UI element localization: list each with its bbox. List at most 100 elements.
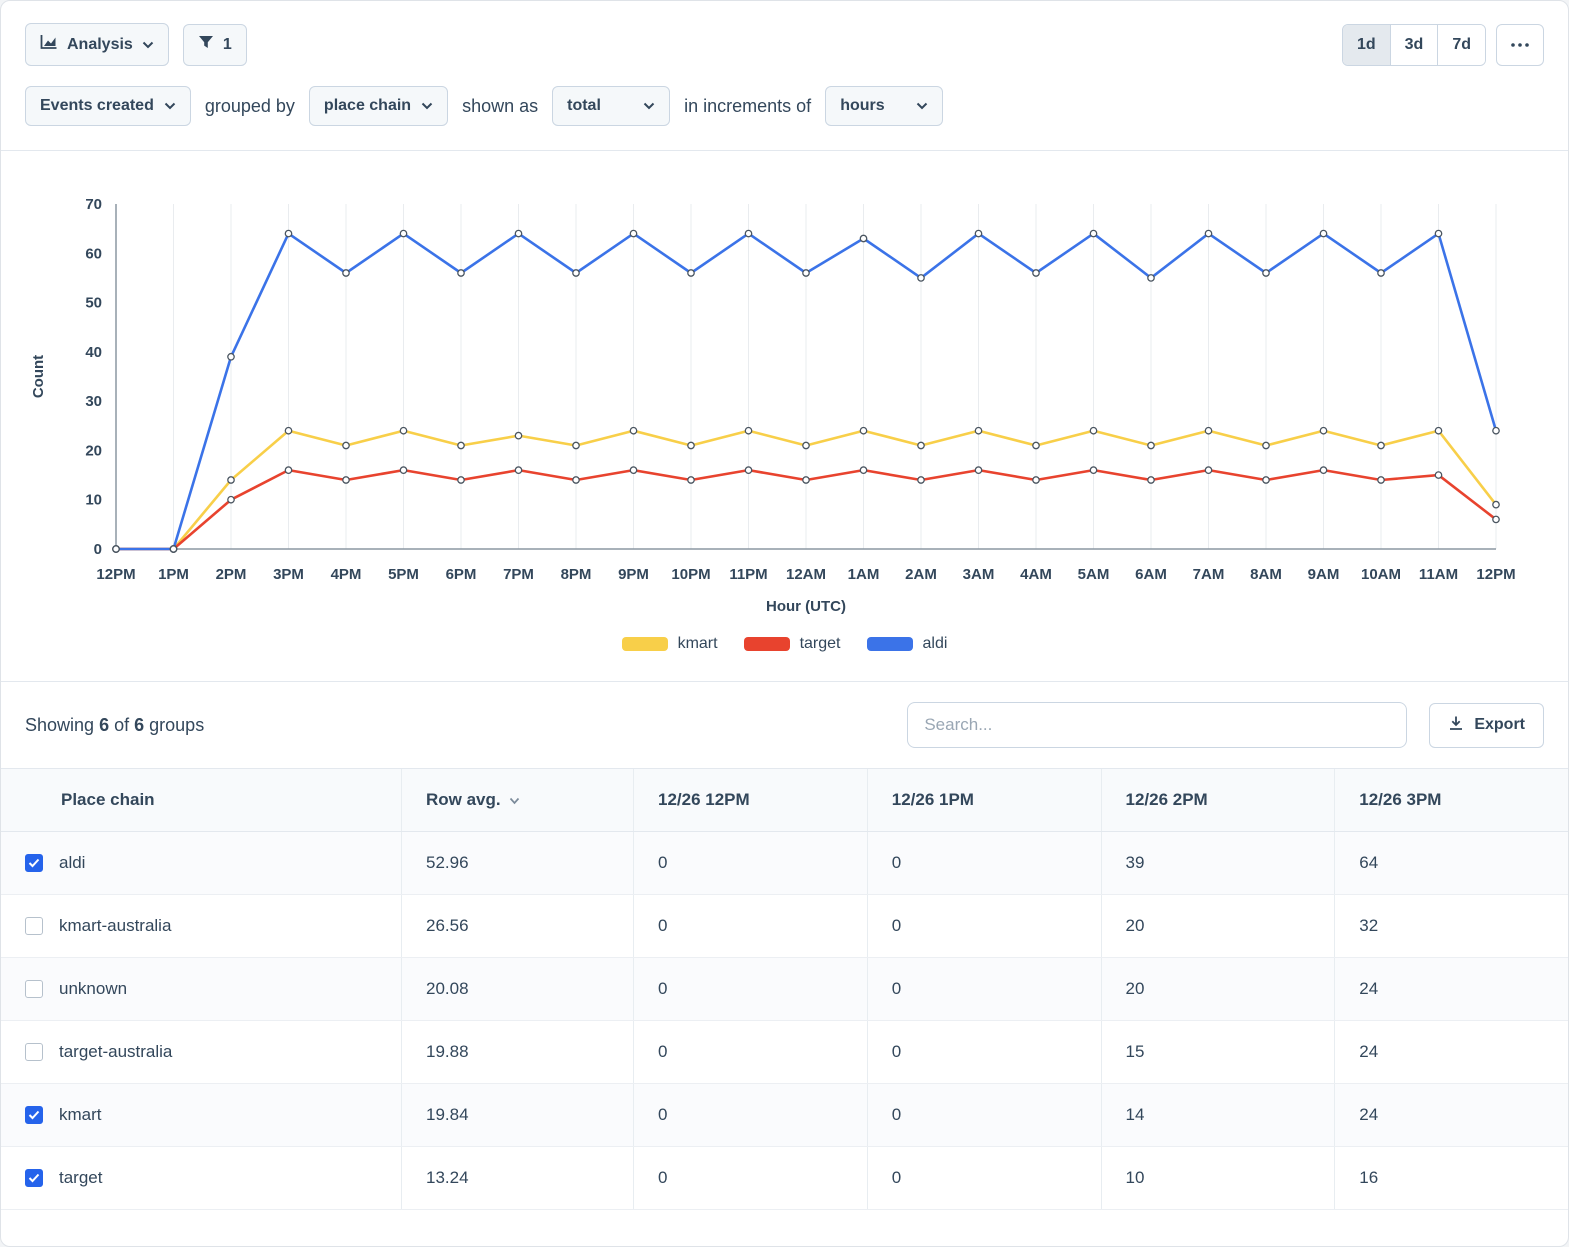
legend-label: target	[800, 635, 841, 653]
legend-item-aldi[interactable]: aldi	[867, 635, 948, 653]
value-cell: 32	[1334, 895, 1568, 957]
column-header-row-avg[interactable]: Row avg.	[401, 769, 633, 831]
showing-summary: Showing 6 of 6 groups	[25, 715, 204, 736]
legend-label: kmart	[678, 635, 718, 653]
value-cell: 0	[633, 1147, 867, 1209]
value-cell: 0	[633, 895, 867, 957]
value-cell: 0	[633, 1021, 867, 1083]
svg-text:4PM: 4PM	[331, 566, 362, 583]
shown-as-select-label: total	[567, 97, 601, 115]
svg-text:2AM: 2AM	[905, 566, 937, 583]
group-by-select[interactable]: place chain	[309, 86, 448, 126]
place-chain-name: unknown	[59, 979, 127, 999]
ellipsis-icon	[1511, 43, 1529, 47]
row-checkbox-unknown[interactable]	[25, 980, 43, 998]
shown-as-select[interactable]: total	[552, 86, 670, 126]
place-chain-cell: aldi	[1, 832, 401, 894]
svg-text:70: 70	[85, 196, 102, 213]
place-chain-name: target-australia	[59, 1042, 172, 1062]
svg-text:5PM: 5PM	[388, 566, 419, 583]
column-header-label: 12/26 2PM	[1126, 790, 1208, 810]
table-row-target: target13.24001016	[1, 1147, 1568, 1210]
place-chain-cell: target-australia	[1, 1021, 401, 1083]
row-avg-cell: 20.08	[401, 958, 633, 1020]
svg-text:6AM: 6AM	[1135, 566, 1167, 583]
chart-type-icon	[40, 34, 58, 55]
value-cell: 0	[867, 832, 1101, 894]
value-cell: 0	[633, 1084, 867, 1146]
value-cell: 20	[1101, 895, 1335, 957]
value-cell: 0	[867, 958, 1101, 1020]
row-checkbox-target-australia[interactable]	[25, 1043, 43, 1061]
time-range-1d-button[interactable]: 1d	[1343, 25, 1390, 65]
legend-item-target[interactable]: target	[744, 635, 841, 653]
row-checkbox-target[interactable]	[25, 1169, 43, 1187]
showing-total: 6	[134, 715, 144, 735]
event-select[interactable]: Events created	[25, 86, 191, 126]
svg-text:4AM: 4AM	[1020, 566, 1052, 583]
time-range-7d-button[interactable]: 7d	[1437, 25, 1485, 65]
row-checkbox-kmart[interactable]	[25, 1106, 43, 1124]
value-cell: 0	[867, 1084, 1101, 1146]
chevron-down-icon	[142, 36, 154, 54]
svg-text:10: 10	[85, 492, 102, 509]
toolbar-right: 1d3d7d	[1342, 24, 1544, 66]
place-chain-cell: unknown	[1, 958, 401, 1020]
event-select-label: Events created	[40, 97, 154, 115]
place-chain-name: aldi	[59, 853, 85, 873]
svg-text:3AM: 3AM	[963, 566, 995, 583]
svg-text:0: 0	[94, 541, 102, 558]
svg-text:30: 30	[85, 393, 102, 410]
check-icon	[28, 1110, 40, 1120]
toolbar-left: Analysis 1	[25, 23, 247, 66]
column-header-12-26-3pm: 12/26 3PM	[1334, 769, 1568, 831]
row-checkbox-kmart-australia[interactable]	[25, 917, 43, 935]
time-range-group: 1d3d7d	[1342, 24, 1486, 66]
chart-panel: 01020304050607012PM1PM2PM3PM4PM5PM6PM7PM…	[1, 151, 1568, 682]
analytics-app: Analysis 1 1d3d7d Events cre	[0, 0, 1569, 1247]
column-header-label: Row avg.	[426, 790, 501, 810]
legend-item-kmart[interactable]: kmart	[622, 635, 718, 653]
svg-text:3PM: 3PM	[273, 566, 304, 583]
value-cell: 16	[1334, 1147, 1568, 1209]
time-range-3d-button[interactable]: 3d	[1390, 25, 1438, 65]
filter-button[interactable]: 1	[183, 24, 247, 66]
value-cell: 10	[1101, 1147, 1335, 1209]
value-cell: 0	[867, 1147, 1101, 1209]
column-header-12-26-2pm: 12/26 2PM	[1101, 769, 1335, 831]
svg-text:40: 40	[85, 344, 102, 361]
svg-text:1AM: 1AM	[848, 566, 880, 583]
analysis-dropdown-button[interactable]: Analysis	[25, 23, 169, 66]
column-header-12-26-12pm: 12/26 12PM	[633, 769, 867, 831]
svg-text:11PM: 11PM	[729, 566, 767, 583]
more-options-button[interactable]	[1496, 24, 1544, 66]
value-cell: 24	[1334, 958, 1568, 1020]
value-cell: 15	[1101, 1021, 1335, 1083]
chevron-down-icon	[916, 97, 928, 115]
row-avg-cell: 52.96	[401, 832, 633, 894]
grouped-by-text: grouped by	[205, 96, 295, 117]
row-avg-cell: 13.24	[401, 1147, 633, 1209]
svg-text:Count: Count	[30, 355, 47, 398]
showing-mid: of	[114, 715, 129, 735]
svg-text:1PM: 1PM	[158, 566, 189, 583]
column-header-12-26-1pm: 12/26 1PM	[867, 769, 1101, 831]
filter-count-badge: 1	[223, 36, 232, 54]
chevron-down-icon	[164, 97, 176, 115]
increment-select[interactable]: hours	[825, 86, 943, 126]
svg-text:7AM: 7AM	[1193, 566, 1225, 583]
place-chain-cell: target	[1, 1147, 401, 1209]
value-cell: 24	[1334, 1021, 1568, 1083]
export-button[interactable]: Export	[1429, 703, 1544, 748]
search-input[interactable]	[907, 702, 1407, 748]
row-checkbox-aldi[interactable]	[25, 854, 43, 872]
value-cell: 14	[1101, 1084, 1335, 1146]
value-cell: 64	[1334, 832, 1568, 894]
table-row-unknown: unknown20.08002024	[1, 958, 1568, 1021]
query-builder: Events created grouped by place chain sh…	[1, 66, 1568, 151]
column-header-label: Place chain	[61, 790, 155, 810]
row-avg-cell: 26.56	[401, 895, 633, 957]
sort-chevron-icon	[509, 797, 520, 805]
line-chart: 01020304050607012PM1PM2PM3PM4PM5PM6PM7PM…	[21, 179, 1548, 625]
download-icon	[1448, 715, 1464, 736]
